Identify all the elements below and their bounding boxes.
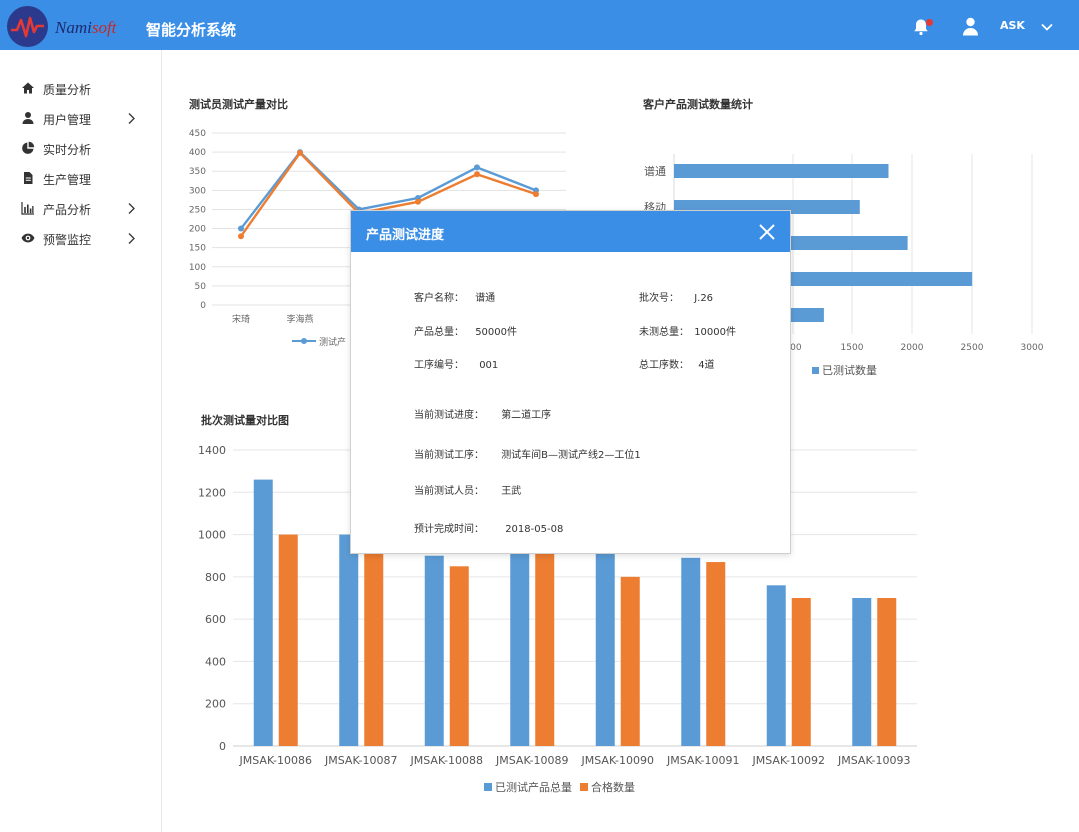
bar [424, 555, 444, 746]
data-point [238, 225, 244, 232]
bar [253, 479, 273, 746]
field-value: J.26 [694, 293, 714, 304]
data-point [297, 149, 303, 156]
field-value: 001 [479, 360, 499, 371]
bar [620, 576, 640, 746]
data-point [474, 164, 480, 171]
y-tick-label: 800 [205, 571, 226, 584]
bar [681, 557, 701, 746]
y-tick-label: 250 [189, 205, 206, 215]
x-tick-label: 3000 [1021, 343, 1044, 353]
field-label: 预计完成时间： [414, 524, 484, 535]
bar [877, 598, 897, 746]
y-tick-label: 600 [205, 613, 226, 626]
current-station-field: 当前测试工序： 测试车间B—测试产线2—工位1 [414, 446, 641, 461]
y-tick-label: 400 [205, 655, 226, 668]
data-point [533, 191, 539, 198]
x-tick-label: 李海燕 [286, 313, 313, 325]
bar [339, 534, 359, 746]
legend-label: 已测试产品总量 [495, 780, 572, 794]
current-progress-field: 当前测试进度： 第二道工序 [414, 406, 551, 421]
estimated-completion-field: 预计完成时间： 2018-05-08 [414, 520, 563, 535]
x-tick-label: JMSAK-10091 [666, 754, 739, 767]
bar [766, 585, 786, 746]
x-tick-label: JMSAK-10088 [410, 754, 483, 767]
bar [535, 538, 555, 746]
bar [364, 551, 384, 746]
batch-number-field: 批次号： J.26 [639, 289, 713, 304]
y-tick-label: 0 [219, 740, 226, 753]
bar [852, 598, 872, 746]
field-value: 2018-05-08 [505, 524, 564, 535]
customer-name-field: 客户名称： 谱通 [414, 289, 495, 304]
bar [595, 543, 615, 746]
process-number-field: 工序编号： 001 [414, 356, 498, 371]
field-label: 客户名称： [414, 293, 464, 304]
y-tick-label: 1400 [198, 444, 226, 457]
product-test-progress-modal: 产品测试进度 客户名称： 谱通 批次号： J.26 产品总量： 50000件 未… [350, 210, 791, 554]
y-tick-label: 200 [205, 698, 226, 711]
data-point [238, 233, 244, 240]
untested-total-field: 未测总量： 10000件 [639, 323, 736, 338]
y-tick-label: 400 [189, 148, 206, 158]
product-total-field: 产品总量： 50000件 [414, 323, 517, 338]
data-point [474, 171, 480, 178]
x-tick-label: 1500 [841, 343, 864, 353]
bar [706, 562, 726, 746]
y-tick-label: 谱通 [644, 164, 666, 178]
y-tick-label: 150 [189, 244, 206, 254]
y-tick-label: 350 [189, 167, 206, 177]
x-tick-label: JMSAK-10092 [752, 754, 825, 767]
bar [449, 566, 469, 746]
field-label: 总工序数： [639, 360, 689, 371]
y-tick-label: 300 [189, 186, 206, 196]
x-tick-label: JMSAK-10089 [495, 754, 568, 767]
bar [674, 164, 889, 178]
x-tick-label: JMSAK-10093 [837, 754, 910, 767]
data-point [415, 198, 421, 205]
field-value: 测试车间B—测试产线2—工位1 [501, 450, 641, 461]
x-tick-label: JMSAK-10087 [324, 754, 397, 767]
field-value: 4道 [698, 360, 715, 371]
y-tick-label: 1000 [198, 529, 226, 542]
y-tick-label: 1200 [198, 486, 226, 499]
bar [791, 598, 811, 746]
modal-title: 产品测试进度 [366, 228, 445, 243]
legend-swatch [580, 783, 588, 791]
x-tick-label: 2500 [961, 343, 984, 353]
x-tick-label: 宋琦 [232, 313, 250, 325]
y-tick-label: 200 [189, 225, 206, 235]
field-value: 王武 [501, 486, 522, 497]
field-value: 谱通 [475, 293, 496, 304]
y-tick-label: 50 [195, 282, 207, 292]
field-label: 工序编号： [414, 360, 464, 371]
legend-marker [301, 338, 307, 344]
field-value: 10000件 [694, 327, 736, 338]
field-label: 未测总量： [639, 327, 689, 338]
process-count-field: 总工序数： 4道 [639, 356, 715, 371]
field-label: 当前测试工序： [414, 450, 484, 461]
field-value: 第二道工序 [501, 410, 552, 421]
y-tick-label: 100 [189, 263, 206, 273]
legend-label: 已测试数量 [822, 364, 877, 377]
modal-header: 产品测试进度 [351, 211, 790, 252]
field-label: 当前测试进度： [414, 410, 484, 421]
legend-label: 测试产 [319, 336, 346, 348]
legend-swatch [812, 367, 819, 374]
bar [510, 534, 530, 746]
bar [278, 534, 298, 746]
y-tick-label: 450 [189, 129, 206, 139]
current-tester-field: 当前测试人员： 王武 [414, 482, 521, 497]
x-tick-label: JMSAK-10090 [581, 754, 654, 767]
field-value: 50000件 [475, 327, 517, 338]
x-tick-label: 2000 [901, 343, 924, 353]
x-tick-label: JMSAK-10086 [239, 754, 312, 767]
legend-label: 合格数量 [591, 780, 635, 794]
close-icon[interactable] [758, 223, 776, 241]
field-label: 当前测试人员： [414, 486, 484, 497]
y-tick-label: 0 [200, 301, 206, 311]
field-label: 批次号： [639, 293, 679, 304]
legend-swatch [484, 783, 492, 791]
field-label: 产品总量： [414, 327, 464, 338]
